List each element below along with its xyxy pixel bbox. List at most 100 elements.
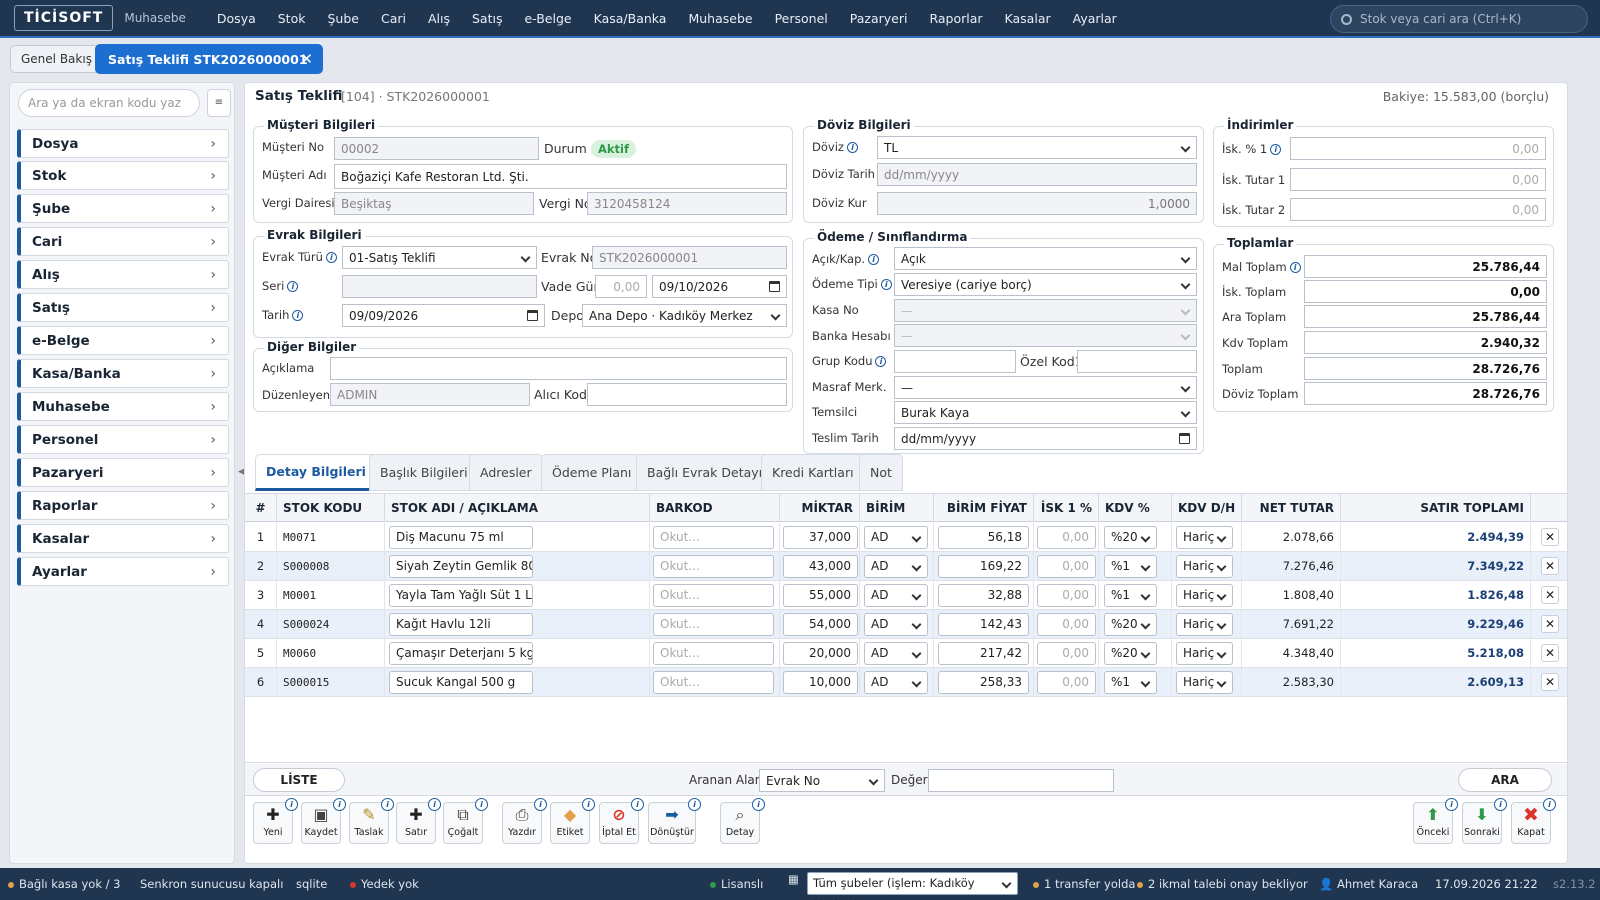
sidebar-item-dosya[interactable]: Dosya › bbox=[17, 129, 229, 158]
table-row[interactable]: 1 M0071 Diş Macunu 75 ml Okut... 37,000 AD 56,… bbox=[245, 523, 1567, 552]
col-header-discount[interactable]: İSK 1 % bbox=[1034, 494, 1099, 522]
save-button[interactable]: ▣ Kaydet i bbox=[301, 798, 346, 844]
cancel-doc-button[interactable]: ⊘ İptal Et i bbox=[599, 798, 644, 844]
doc-type-select[interactable]: 01-Satış Teklifi bbox=[342, 246, 537, 269]
info-icon[interactable]: i bbox=[631, 798, 644, 811]
sidebar-item-alis[interactable]: Alış › bbox=[17, 260, 229, 289]
info-icon[interactable]: i bbox=[333, 798, 346, 811]
branch-select[interactable]: Tüm şubeler (işlem: Kadıköy Merkez) bbox=[807, 872, 1018, 900]
date-input[interactable]: 09/09/2026 bbox=[342, 304, 545, 327]
app-logo[interactable]: TİCİSOFT bbox=[14, 5, 114, 31]
row-price-input[interactable]: 217,42 bbox=[938, 642, 1029, 665]
sidebar-item-satis[interactable]: Satış › bbox=[17, 293, 229, 322]
next-button[interactable]: ⬇ Sonraki i bbox=[1462, 798, 1507, 844]
tax-no-input[interactable]: 3120458124 bbox=[587, 192, 787, 215]
new-button[interactable]: ✚ Yeni i bbox=[253, 798, 298, 844]
col-header-qty[interactable]: MİKTAR bbox=[780, 494, 860, 522]
currency-date-input[interactable]: dd/mm/yyyy bbox=[877, 163, 1197, 186]
sidebar-item-sube[interactable]: Şube › bbox=[17, 194, 229, 223]
calendar-icon[interactable] bbox=[1179, 433, 1190, 444]
info-icon[interactable]: i bbox=[292, 310, 304, 321]
sidebar-item-kasa-banka[interactable]: Kasa/Banka › bbox=[17, 359, 229, 388]
description-input[interactable] bbox=[330, 357, 787, 380]
status-user[interactable]: 👤 Ahmet Karaca bbox=[1319, 877, 1418, 891]
col-header-total[interactable]: SATIR TOPLAMI bbox=[1341, 494, 1531, 522]
menu-item-stok[interactable]: Stok bbox=[267, 11, 317, 26]
row-stock-code[interactable]: S000015 bbox=[277, 668, 385, 697]
col-header-name[interactable]: STOK ADI / AÇIKLAMA bbox=[385, 494, 650, 522]
search-button[interactable]: ARA bbox=[1458, 768, 1552, 792]
info-icon[interactable]: i bbox=[381, 798, 394, 811]
row-unit-select[interactable]: AD bbox=[864, 526, 928, 549]
delete-row-icon[interactable]: ✕ bbox=[1541, 557, 1559, 575]
menu-item-personel[interactable]: Personel bbox=[764, 11, 839, 26]
special-code-input[interactable] bbox=[1077, 350, 1197, 373]
list-button[interactable]: LİSTE bbox=[253, 768, 345, 792]
doc-no-input[interactable]: STK2026000001 bbox=[592, 246, 787, 269]
row-discount-input[interactable]: 0,00 bbox=[1037, 613, 1096, 636]
menu-item-sube[interactable]: Şube bbox=[316, 11, 369, 26]
info-icon[interactable]: i bbox=[475, 798, 488, 811]
col-header-vat-mode[interactable]: KDV D/H bbox=[1172, 494, 1242, 522]
print-button[interactable]: ⎙ Yazdır i bbox=[502, 798, 547, 844]
open-closed-select[interactable]: Açık bbox=[894, 247, 1197, 270]
info-icon[interactable]: i bbox=[1543, 798, 1556, 811]
row-barcode-input[interactable]: Okut... bbox=[653, 613, 774, 636]
depot-select[interactable]: Ana Depo · Kadıköy Merkez bbox=[582, 304, 787, 327]
discount-pct1-input[interactable]: 0,00 bbox=[1290, 137, 1546, 160]
info-icon[interactable]: i bbox=[880, 279, 892, 290]
expense-center-select[interactable]: — bbox=[894, 376, 1197, 399]
menu-item-dosya[interactable]: Dosya bbox=[206, 11, 267, 26]
row-vat-select[interactable]: %20 bbox=[1104, 613, 1157, 636]
tab-detay-bilgileri[interactable]: Detay Bilgileri bbox=[255, 454, 377, 491]
col-header-vat[interactable]: KDV % bbox=[1099, 494, 1172, 522]
row-qty-input[interactable]: 54,000 bbox=[783, 613, 858, 636]
row-name-input[interactable]: Diş Macunu 75 ml bbox=[389, 526, 533, 549]
sidebar-item-cari[interactable]: Cari › bbox=[17, 227, 229, 256]
menu-item-muhasebe[interactable]: Muhasebe bbox=[677, 11, 763, 26]
row-unit-select[interactable]: AD bbox=[864, 584, 928, 607]
sidebar-search-input[interactable]: Ara ya da ekran kodu yaz bbox=[18, 89, 200, 117]
row-discount-input[interactable]: 0,00 bbox=[1037, 584, 1096, 607]
col-header-code[interactable]: STOK KODU bbox=[277, 494, 385, 522]
row-name-input[interactable]: Yayla Tam Yağlı Süt 1 L bbox=[389, 584, 533, 607]
delete-row-icon[interactable]: ✕ bbox=[1541, 615, 1559, 633]
currency-rate-input[interactable]: 1,0000 bbox=[877, 192, 1197, 215]
tax-office-input[interactable]: Beşiktaş bbox=[334, 192, 534, 215]
row-vat-mode-select[interactable]: Hariç bbox=[1176, 642, 1233, 665]
series-input[interactable] bbox=[342, 275, 537, 298]
sidebar-item-kasalar[interactable]: Kasalar › bbox=[17, 524, 229, 553]
col-header-barcode[interactable]: BARKOD bbox=[650, 494, 780, 522]
info-icon[interactable]: i bbox=[846, 142, 858, 153]
group-code-input[interactable] bbox=[894, 350, 1016, 373]
add-row-button[interactable]: ✚ Satır i bbox=[396, 798, 441, 844]
row-vat-select[interactable]: %1 bbox=[1104, 671, 1157, 694]
currency-select[interactable]: TL bbox=[877, 136, 1197, 159]
menu-item-pazaryeri[interactable]: Pazaryeri bbox=[839, 11, 919, 26]
copy-button[interactable]: ⧉ Çoğalt i bbox=[443, 798, 488, 844]
table-row[interactable]: 4 S000024 Kağıt Havlu 12li Okut... 54,000 AD 1… bbox=[245, 610, 1567, 639]
row-stock-code[interactable]: S000024 bbox=[277, 610, 385, 639]
table-row[interactable]: 2 S000008 Siyah Zeytin Gemlik 800 Okut... 43… bbox=[245, 552, 1567, 581]
menu-item-ebelge[interactable]: e-Belge bbox=[513, 11, 582, 26]
editor-input[interactable]: ADMIN bbox=[330, 383, 530, 406]
menu-item-cari[interactable]: Cari bbox=[370, 11, 417, 26]
info-icon[interactable]: i bbox=[428, 798, 441, 811]
table-row[interactable]: 5 M0060 Çamaşır Deterjanı 5 kg Okut... 20,00… bbox=[245, 639, 1567, 668]
delete-row-icon[interactable]: ✕ bbox=[1541, 528, 1559, 546]
info-icon[interactable]: i bbox=[1289, 262, 1301, 273]
row-vat-mode-select[interactable]: Hariç bbox=[1176, 584, 1233, 607]
label-button[interactable]: ◆ Etiket i bbox=[550, 798, 595, 844]
row-vat-select[interactable]: %1 bbox=[1104, 555, 1157, 578]
tab-not[interactable]: Not bbox=[859, 454, 903, 491]
row-stock-code[interactable]: M0001 bbox=[277, 581, 385, 610]
sidebar-item-stok[interactable]: Stok › bbox=[17, 161, 229, 190]
row-barcode-input[interactable]: Okut... bbox=[653, 584, 774, 607]
menu-item-satis[interactable]: Satış bbox=[461, 11, 513, 26]
close-tab-icon[interactable]: ✕ bbox=[300, 50, 313, 68]
info-icon[interactable]: i bbox=[582, 798, 595, 811]
row-price-input[interactable]: 32,88 bbox=[938, 584, 1029, 607]
customer-no-input[interactable]: 00002 bbox=[334, 137, 539, 160]
row-price-input[interactable]: 142,43 bbox=[938, 613, 1029, 636]
discount-amount2-input[interactable]: 0,00 bbox=[1290, 198, 1546, 221]
